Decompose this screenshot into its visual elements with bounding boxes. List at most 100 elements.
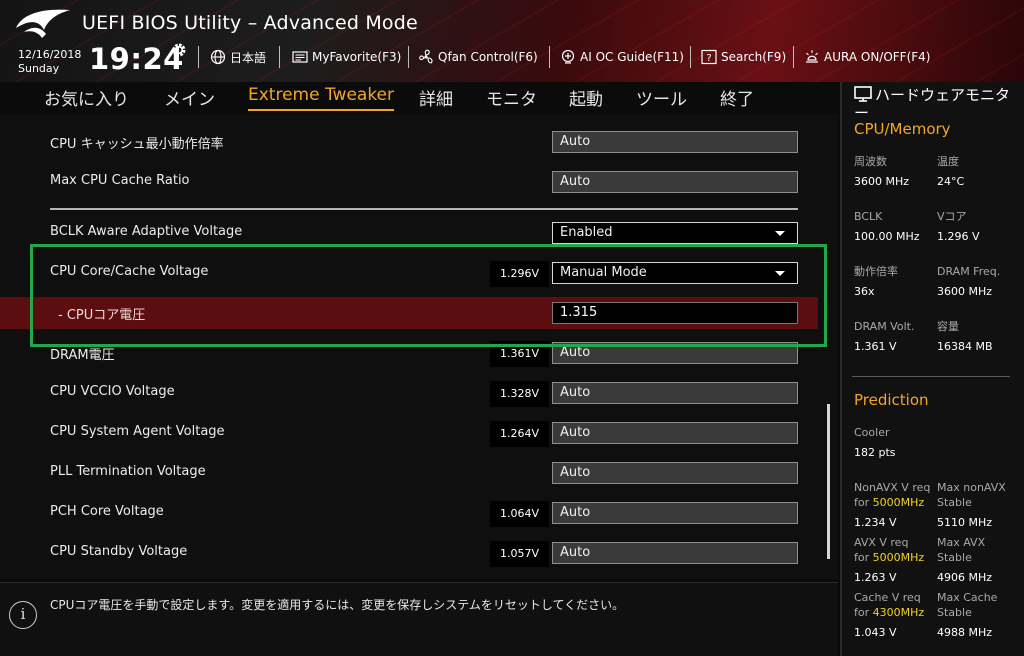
voltage-readout: 1.328V	[490, 381, 549, 407]
tab-boot[interactable]: 起動	[569, 85, 603, 110]
setting-label: CPU Core/Cache Voltage	[50, 264, 209, 279]
setting-label: Max CPU Cache Ratio	[50, 173, 190, 188]
prediction-value: 4988 MHz	[937, 626, 993, 639]
setting-value-field[interactable]: Auto	[552, 542, 798, 564]
prediction-sub-text: Stable	[937, 606, 972, 619]
help-bar: i CPUコア電圧を手動で設定します。変更を適用するには、変更を保存しシステムを…	[0, 582, 838, 656]
language-button[interactable]: 日本語	[210, 46, 266, 68]
hardware-monitor-panel: ハードウェアモニター CPU/Memory 周波数 3600 MHz 温度 24…	[840, 82, 1024, 656]
ai-oc-guide-button[interactable]: AI OC Guide(F11)	[560, 46, 684, 68]
monitor-value: 3600 MHz	[937, 285, 993, 298]
settings-scrollbar[interactable]	[827, 404, 830, 559]
monitor-value: 36x	[854, 285, 875, 298]
monitor-label: Vコア	[937, 210, 967, 223]
prediction-value: 1.043 V	[854, 626, 897, 639]
rog-logo-icon	[16, 9, 70, 38]
setting-row[interactable]: CPU System Agent Voltage 1.264V Auto	[0, 415, 818, 455]
monitor-label: DRAM Freq.	[937, 265, 1001, 278]
setting-value-field[interactable]: Auto	[552, 342, 798, 364]
prediction-target-freq: 5000MHz	[872, 551, 925, 564]
header-bar: UEFI BIOS Utility – Advanced Mode 12/16/…	[0, 0, 1024, 82]
tab-exit[interactable]: 終了	[720, 85, 754, 110]
setting-value-field[interactable]: Auto	[552, 462, 798, 484]
monitor-label: 温度	[937, 155, 959, 168]
setting-label: CPU System Agent Voltage	[50, 424, 225, 439]
voltage-readout: 1.361V	[490, 341, 549, 367]
monitor-label: 周波数	[854, 155, 887, 168]
prediction-value: 1.234 V	[854, 516, 897, 529]
date-display: 12/16/2018 Sunday	[18, 48, 81, 76]
app-title: UEFI BIOS Utility – Advanced Mode	[82, 12, 418, 34]
setting-row[interactable]: CPU Standby Voltage 1.057V Auto	[0, 535, 818, 575]
setting-label: CPU キャッシュ最小動作倍率	[50, 137, 224, 152]
side-divider	[852, 376, 1010, 377]
setting-row[interactable]: PCH Core Voltage 1.064V Auto	[0, 495, 818, 535]
aura-toggle-button[interactable]: AURA ON/OFF(F4)	[804, 46, 930, 68]
aura-light-icon	[806, 50, 818, 63]
prediction-target-freq: 5000MHz	[872, 496, 925, 509]
prediction-value: 4906 MHz	[937, 571, 993, 584]
clock-settings-gear-icon[interactable]	[171, 42, 187, 58]
cpu-core-voltage-input[interactable]: 1.315	[552, 302, 798, 324]
tab-monitor[interactable]: モニタ	[486, 85, 537, 110]
myfavorite-label: MyFavorite(F3)	[312, 50, 402, 64]
prediction-label-text: Max nonAVX	[937, 481, 1006, 494]
cooler-value: 182 pts	[854, 446, 896, 459]
prediction-label-text: NonAVX V req	[854, 481, 931, 494]
tab-favorites[interactable]: お気に入り	[44, 85, 129, 110]
setting-row[interactable]: BCLK Aware Adaptive Voltage Enabled	[0, 215, 818, 255]
monitor-label: 容量	[937, 320, 959, 333]
setting-value-field[interactable]: Auto	[552, 171, 798, 193]
prediction-for-line: for 5000MHz	[854, 550, 924, 565]
prediction-for-text: for	[854, 551, 870, 564]
qfan-control-button[interactable]: Qfan Control(F6)	[418, 46, 538, 68]
settings-panel: CPU キャッシュ最小動作倍率 Auto Max CPU Cache Ratio…	[0, 114, 838, 579]
date-text: 12/16/2018	[18, 48, 82, 61]
header-divider	[690, 46, 691, 68]
monitor-value: 24°C	[937, 175, 965, 188]
tab-main[interactable]: メイン	[164, 85, 215, 110]
setting-label: CPU VCCIO Voltage	[50, 384, 175, 399]
myfavorite-button[interactable]: MyFavorite(F3)	[292, 46, 401, 68]
monitor-value: 1.296 V	[937, 230, 980, 243]
monitor-label: BCLK	[854, 210, 883, 223]
setting-row[interactable]: DRAM電圧 1.361V Auto	[0, 335, 818, 375]
setting-row[interactable]: PLL Termination Voltage Auto	[0, 455, 818, 495]
setting-value-field[interactable]: Auto	[552, 422, 798, 444]
prediction-label: NonAVX V req for 5000MHz	[854, 480, 930, 510]
setting-row[interactable]: CPU キャッシュ最小動作倍率 Auto	[0, 124, 818, 164]
setting-value-field[interactable]: Auto	[552, 382, 798, 404]
header-divider	[793, 46, 794, 68]
cpu-memory-heading: CPU/Memory	[854, 120, 951, 138]
header-divider	[408, 46, 409, 68]
clock: 19:24	[89, 42, 184, 76]
setting-dropdown[interactable]: Manual Mode	[552, 262, 798, 284]
search-button[interactable]: ? Search(F9)	[701, 46, 786, 68]
setting-row[interactable]: CPU Core/Cache Voltage 1.296V Manual Mod…	[0, 255, 818, 295]
prediction-value: 5110 MHz	[937, 516, 993, 529]
setting-row[interactable]: Max CPU Cache Ratio Auto	[0, 164, 818, 204]
prediction-label-text: Cache V req	[854, 591, 921, 604]
tab-extreme-tweaker[interactable]: Extreme Tweaker	[248, 85, 395, 111]
setting-label: DRAM電圧	[50, 348, 115, 363]
setting-dropdown[interactable]: Enabled	[552, 222, 798, 244]
prediction-for-line: for 5000MHz	[854, 495, 930, 510]
ai-oc-guide-label: AI OC Guide(F11)	[580, 50, 684, 64]
voltage-readout: 1.064V	[490, 501, 549, 527]
setting-row-selected[interactable]: - CPUコア電圧 1.315	[0, 295, 818, 335]
prediction-for-text: for	[854, 606, 870, 619]
tab-tool[interactable]: ツール	[636, 85, 687, 110]
info-icon: i	[9, 601, 37, 629]
monitor-value: 1.361 V	[854, 340, 897, 353]
prediction-heading: Prediction	[854, 391, 929, 409]
prediction-sub-text: Stable	[937, 496, 972, 509]
setting-row[interactable]: CPU VCCIO Voltage 1.328V Auto	[0, 375, 818, 415]
hardware-monitor-title: ハードウェアモニター	[854, 86, 1019, 122]
tab-advanced[interactable]: 詳細	[419, 85, 453, 110]
setting-value-field[interactable]: Auto	[552, 502, 798, 524]
setting-value-field[interactable]: Auto	[552, 131, 798, 153]
search-label: Search(F9)	[721, 50, 787, 64]
setting-label: BCLK Aware Adaptive Voltage	[50, 224, 243, 239]
header-divider	[549, 46, 550, 68]
voltage-readout: 1.057V	[490, 541, 549, 567]
